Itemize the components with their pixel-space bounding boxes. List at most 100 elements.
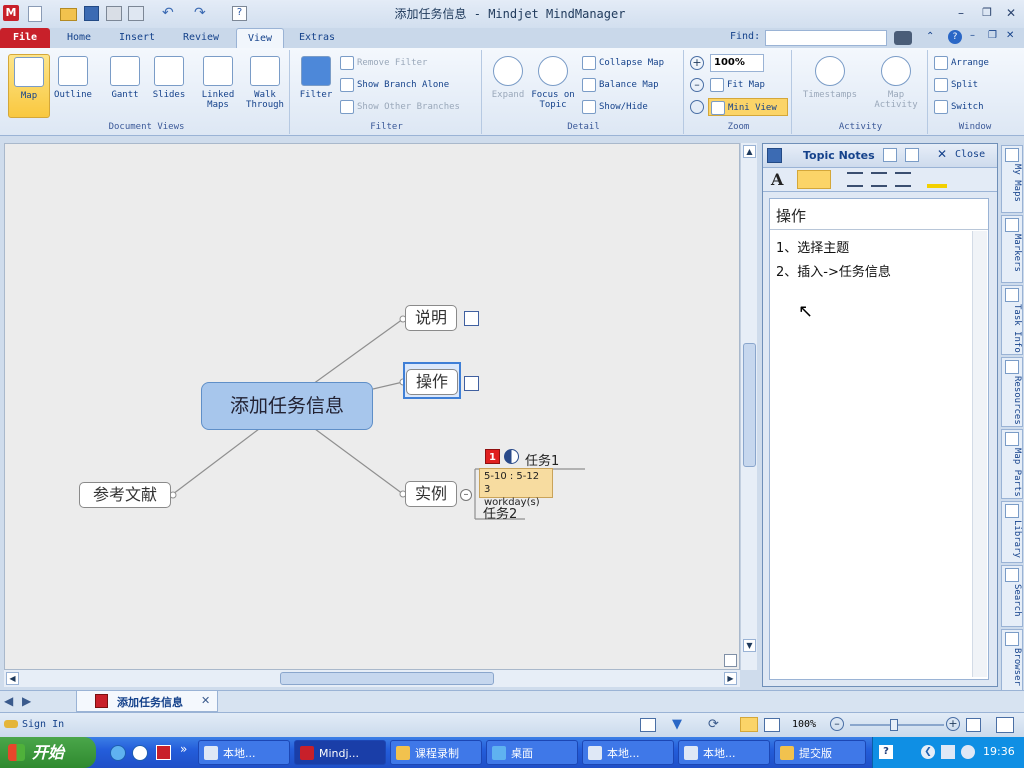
close-icon[interactable]: ✕ xyxy=(937,147,947,161)
notes-close-button[interactable]: Close xyxy=(955,149,985,160)
notes-editor[interactable]: 操作 1、选择主题 2、插入->任务信息 ↖ xyxy=(769,198,989,680)
topic-cankao[interactable]: 参考文献 xyxy=(79,482,171,508)
taskbar-item[interactable]: 桌面 xyxy=(486,740,578,765)
collapse-map-button[interactable]: Collapse Map xyxy=(582,54,664,72)
split-button[interactable]: Split xyxy=(934,76,978,94)
quicklaunch-more-icon[interactable]: » xyxy=(180,742,187,756)
taskbar-item[interactable]: 提交版 xyxy=(774,740,866,765)
map-activity-button[interactable]: Map Activity xyxy=(868,54,924,118)
mini-view-toggle-icon[interactable] xyxy=(724,654,737,667)
vertical-scroll-thumb[interactable] xyxy=(743,343,756,467)
redo-icon[interactable]: ↷ xyxy=(194,5,206,21)
notes-import-icon[interactable] xyxy=(883,148,897,162)
font-icon[interactable]: A xyxy=(771,170,783,189)
network-tray-icon[interactable] xyxy=(941,745,955,759)
binoculars-icon[interactable] xyxy=(894,31,912,45)
subtopic-task1[interactable]: 任务1 xyxy=(525,450,559,469)
outline-view-button[interactable]: Outline xyxy=(52,54,94,118)
note-icon[interactable] xyxy=(464,376,479,391)
zoom-combo[interactable]: 100% xyxy=(710,54,764,72)
sidebar-tab-markers[interactable]: Markers xyxy=(1001,215,1023,283)
sign-in-button[interactable]: Sign In xyxy=(22,719,64,730)
tab-review[interactable]: Review xyxy=(172,28,230,48)
new-icon[interactable] xyxy=(28,6,42,22)
task-pane-toggle-icon[interactable] xyxy=(996,717,1014,733)
taskbar-item[interactable]: 课程录制 xyxy=(390,740,482,765)
start-button[interactable]: 开始 xyxy=(0,737,96,768)
close-window-button[interactable]: ✕ xyxy=(1000,6,1022,22)
map-vertical-scrollbar[interactable]: ▲ ▼ xyxy=(740,143,757,670)
tab-insert[interactable]: Insert xyxy=(110,28,164,48)
help-tray-icon[interactable]: ? xyxy=(879,745,893,759)
taskbar-item[interactable]: 本地... xyxy=(678,740,770,765)
tab-file[interactable]: File xyxy=(0,28,50,48)
notes-export-icon[interactable] xyxy=(905,148,919,162)
indent-icon[interactable] xyxy=(895,172,911,187)
taskbar-item[interactable]: Mindj... xyxy=(294,740,386,765)
zoom-reset-icon[interactable] xyxy=(690,100,704,114)
quick-print-icon[interactable] xyxy=(106,6,122,21)
save-icon[interactable] xyxy=(84,6,99,21)
tray-expand-icon[interactable]: ❮ xyxy=(921,745,935,759)
remove-filter-button[interactable]: Remove Filter xyxy=(340,54,427,72)
refresh-status-icon[interactable]: ⟳ xyxy=(708,717,719,732)
doc-close-icon[interactable]: ✕ xyxy=(1006,30,1014,41)
gantt-view-button[interactable]: Gantt xyxy=(104,54,146,118)
map-view-status-icon[interactable] xyxy=(740,717,758,732)
sidebar-tab-browser[interactable]: Browser xyxy=(1001,629,1023,691)
open-icon[interactable] xyxy=(60,8,77,21)
doc-minimize-icon[interactable]: – xyxy=(970,30,975,41)
note-icon[interactable] xyxy=(464,311,479,326)
show-other-branches-button[interactable]: Show Other Branches xyxy=(340,98,460,116)
doc-restore-icon[interactable]: ❐ xyxy=(988,30,997,41)
undo-icon[interactable]: ↶ xyxy=(162,5,174,21)
scroll-left-icon[interactable]: ◀ xyxy=(6,672,19,685)
ribbon-minimize-icon[interactable]: ⌃ xyxy=(926,31,934,42)
topic-caozuo[interactable]: 操作 xyxy=(406,369,458,395)
scroll-down-icon[interactable]: ▼ xyxy=(743,639,756,652)
minimize-button[interactable]: – xyxy=(950,6,972,22)
taskbar-item[interactable]: 本地... xyxy=(198,740,290,765)
help-circle-icon[interactable]: ? xyxy=(948,30,962,44)
sidebar-tab-task-info[interactable]: Task Info xyxy=(1001,285,1023,355)
task-info-box[interactable]: 5-10 : 5-12 3 workday(s) xyxy=(479,468,553,508)
sidebar-tab-resources[interactable]: Resources xyxy=(1001,357,1023,427)
fit-map-button[interactable]: Fit Map xyxy=(710,76,765,94)
subtopic-task2[interactable]: 任务2 xyxy=(483,503,517,522)
mini-view-button[interactable]: Mini View xyxy=(708,98,788,116)
sidebar-tab-library[interactable]: Library xyxy=(1001,501,1023,563)
filter-status-icon[interactable]: ▼ xyxy=(672,717,682,732)
switch-button[interactable]: Switch xyxy=(934,98,984,116)
focus-on-topic-button[interactable]: Focus on Topic xyxy=(530,54,576,118)
help-icon[interactable]: ? xyxy=(232,6,247,21)
document-tab[interactable]: 添加任务信息 ✕ xyxy=(76,691,218,712)
topic-shili[interactable]: 实例 xyxy=(405,481,457,507)
zoom-out-icon[interactable]: – xyxy=(690,78,704,92)
show-branch-alone-button[interactable]: Show Branch Alone xyxy=(340,76,449,94)
expand-button[interactable]: Expand xyxy=(486,54,530,118)
taskbar-item[interactable]: 本地... xyxy=(582,740,674,765)
map-canvas[interactable]: 添加任务信息 说明 操作 实例 – 参考文献 1 任务1 5-10 : 5-12… xyxy=(4,143,740,670)
linked-maps-button[interactable]: Linked Maps xyxy=(196,54,240,118)
central-topic[interactable]: 添加任务信息 xyxy=(201,382,373,430)
sidebar-tab-search[interactable]: Search xyxy=(1001,565,1023,627)
highlight-icon[interactable] xyxy=(927,171,947,188)
slides-view-button[interactable]: Slides xyxy=(148,54,190,118)
map-view-button[interactable]: Map xyxy=(8,54,50,118)
show-hide-button[interactable]: Show/Hide xyxy=(582,98,648,116)
zoom-in-icon[interactable]: + xyxy=(690,56,704,70)
align-left-icon[interactable] xyxy=(797,170,831,189)
ie-quicklaunch-icon[interactable] xyxy=(110,745,126,761)
collapse-toggle-icon[interactable]: – xyxy=(460,489,472,501)
horizontal-scroll-thumb[interactable] xyxy=(280,672,494,685)
bullet-list-icon[interactable] xyxy=(847,172,863,187)
volume-tray-icon[interactable] xyxy=(961,745,975,759)
browser-quicklaunch-icon[interactable] xyxy=(132,745,148,761)
sidebar-tab-my-maps[interactable]: My Maps xyxy=(1001,145,1023,213)
restore-button[interactable]: ❐ xyxy=(976,6,998,22)
timestamps-button[interactable]: Timestamps xyxy=(798,54,862,118)
map-horizontal-scrollbar[interactable]: ◀ ▶ xyxy=(4,670,740,687)
tab-scroll-right-icon[interactable]: ▶ xyxy=(22,694,31,708)
tab-home[interactable]: Home xyxy=(55,28,103,48)
zoom-slider-thumb[interactable] xyxy=(890,719,898,731)
